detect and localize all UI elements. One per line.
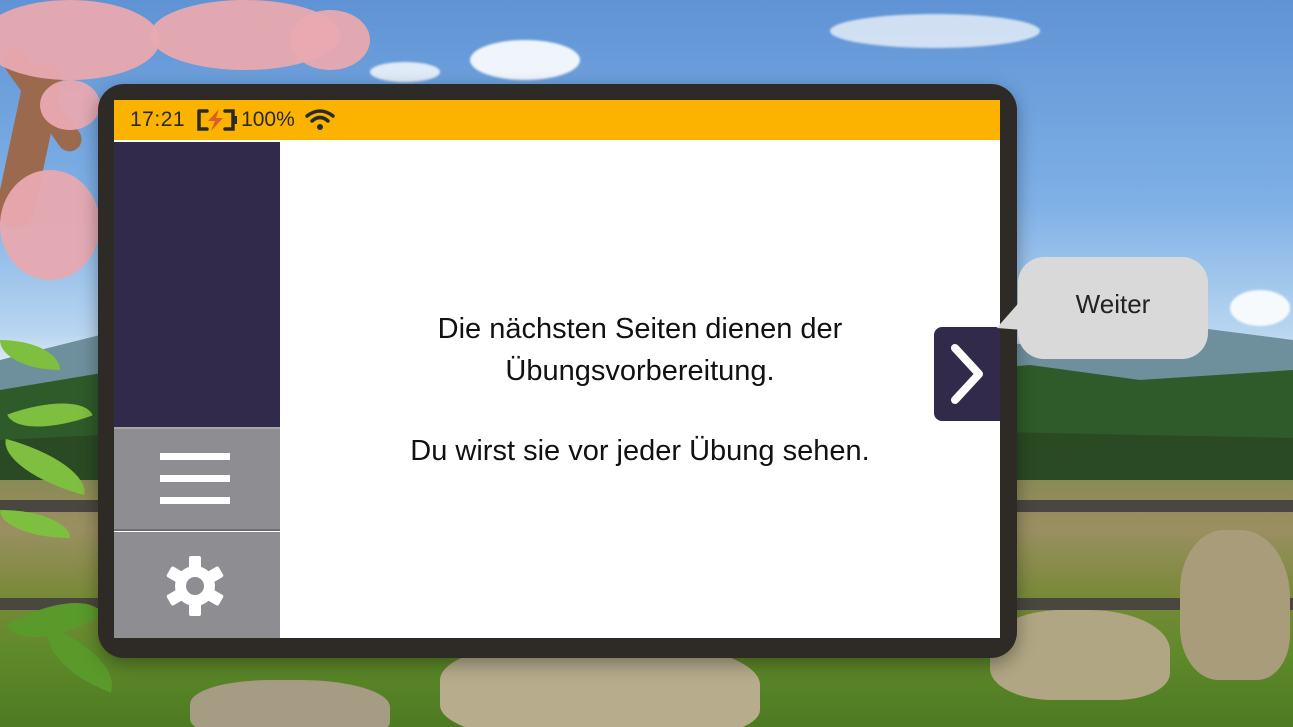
chevron-right-icon — [951, 344, 983, 404]
wifi-icon — [305, 109, 335, 130]
settings-button[interactable] — [114, 532, 280, 638]
battery-indicator: 100% — [195, 108, 295, 132]
info-text-line-2: Übungsvorbereitung. — [505, 354, 775, 387]
gear-icon — [166, 556, 224, 616]
menu-button[interactable] — [114, 427, 280, 531]
cloud — [470, 40, 580, 80]
status-bar: 17:21 100% — [114, 100, 1000, 140]
tablet-device: 17:21 100% Die nächsten Seiten dienen de… — [98, 84, 1017, 658]
cloud — [370, 62, 440, 82]
blossom — [290, 10, 370, 70]
blossom — [0, 170, 100, 280]
rock — [990, 610, 1170, 700]
info-text-line-1: Die nächsten Seiten dienen der — [437, 312, 843, 345]
tablet-screen: 17:21 100% Die nächsten Seiten dienen de… — [114, 100, 1000, 638]
rock — [190, 680, 390, 727]
rock — [1180, 530, 1290, 680]
tooltip-label: Weiter — [1075, 288, 1151, 319]
sidebar-panel — [114, 142, 280, 427]
next-button[interactable] — [934, 327, 1000, 421]
blossom — [40, 80, 100, 130]
next-tooltip: Weiter — [1018, 257, 1208, 359]
main-content: Die nächsten Seiten dienen der Übungsvor… — [280, 142, 1000, 638]
hamburger-menu-icon — [160, 453, 230, 504]
battery-charging-icon — [197, 109, 238, 131]
info-text-line-3: Du wirst sie vor jeder Übung sehen. — [410, 435, 870, 468]
blossom — [0, 0, 160, 80]
clock: 17:21 — [130, 108, 186, 131]
battery-percent: 100% — [241, 108, 295, 131]
cloud — [830, 14, 1040, 48]
